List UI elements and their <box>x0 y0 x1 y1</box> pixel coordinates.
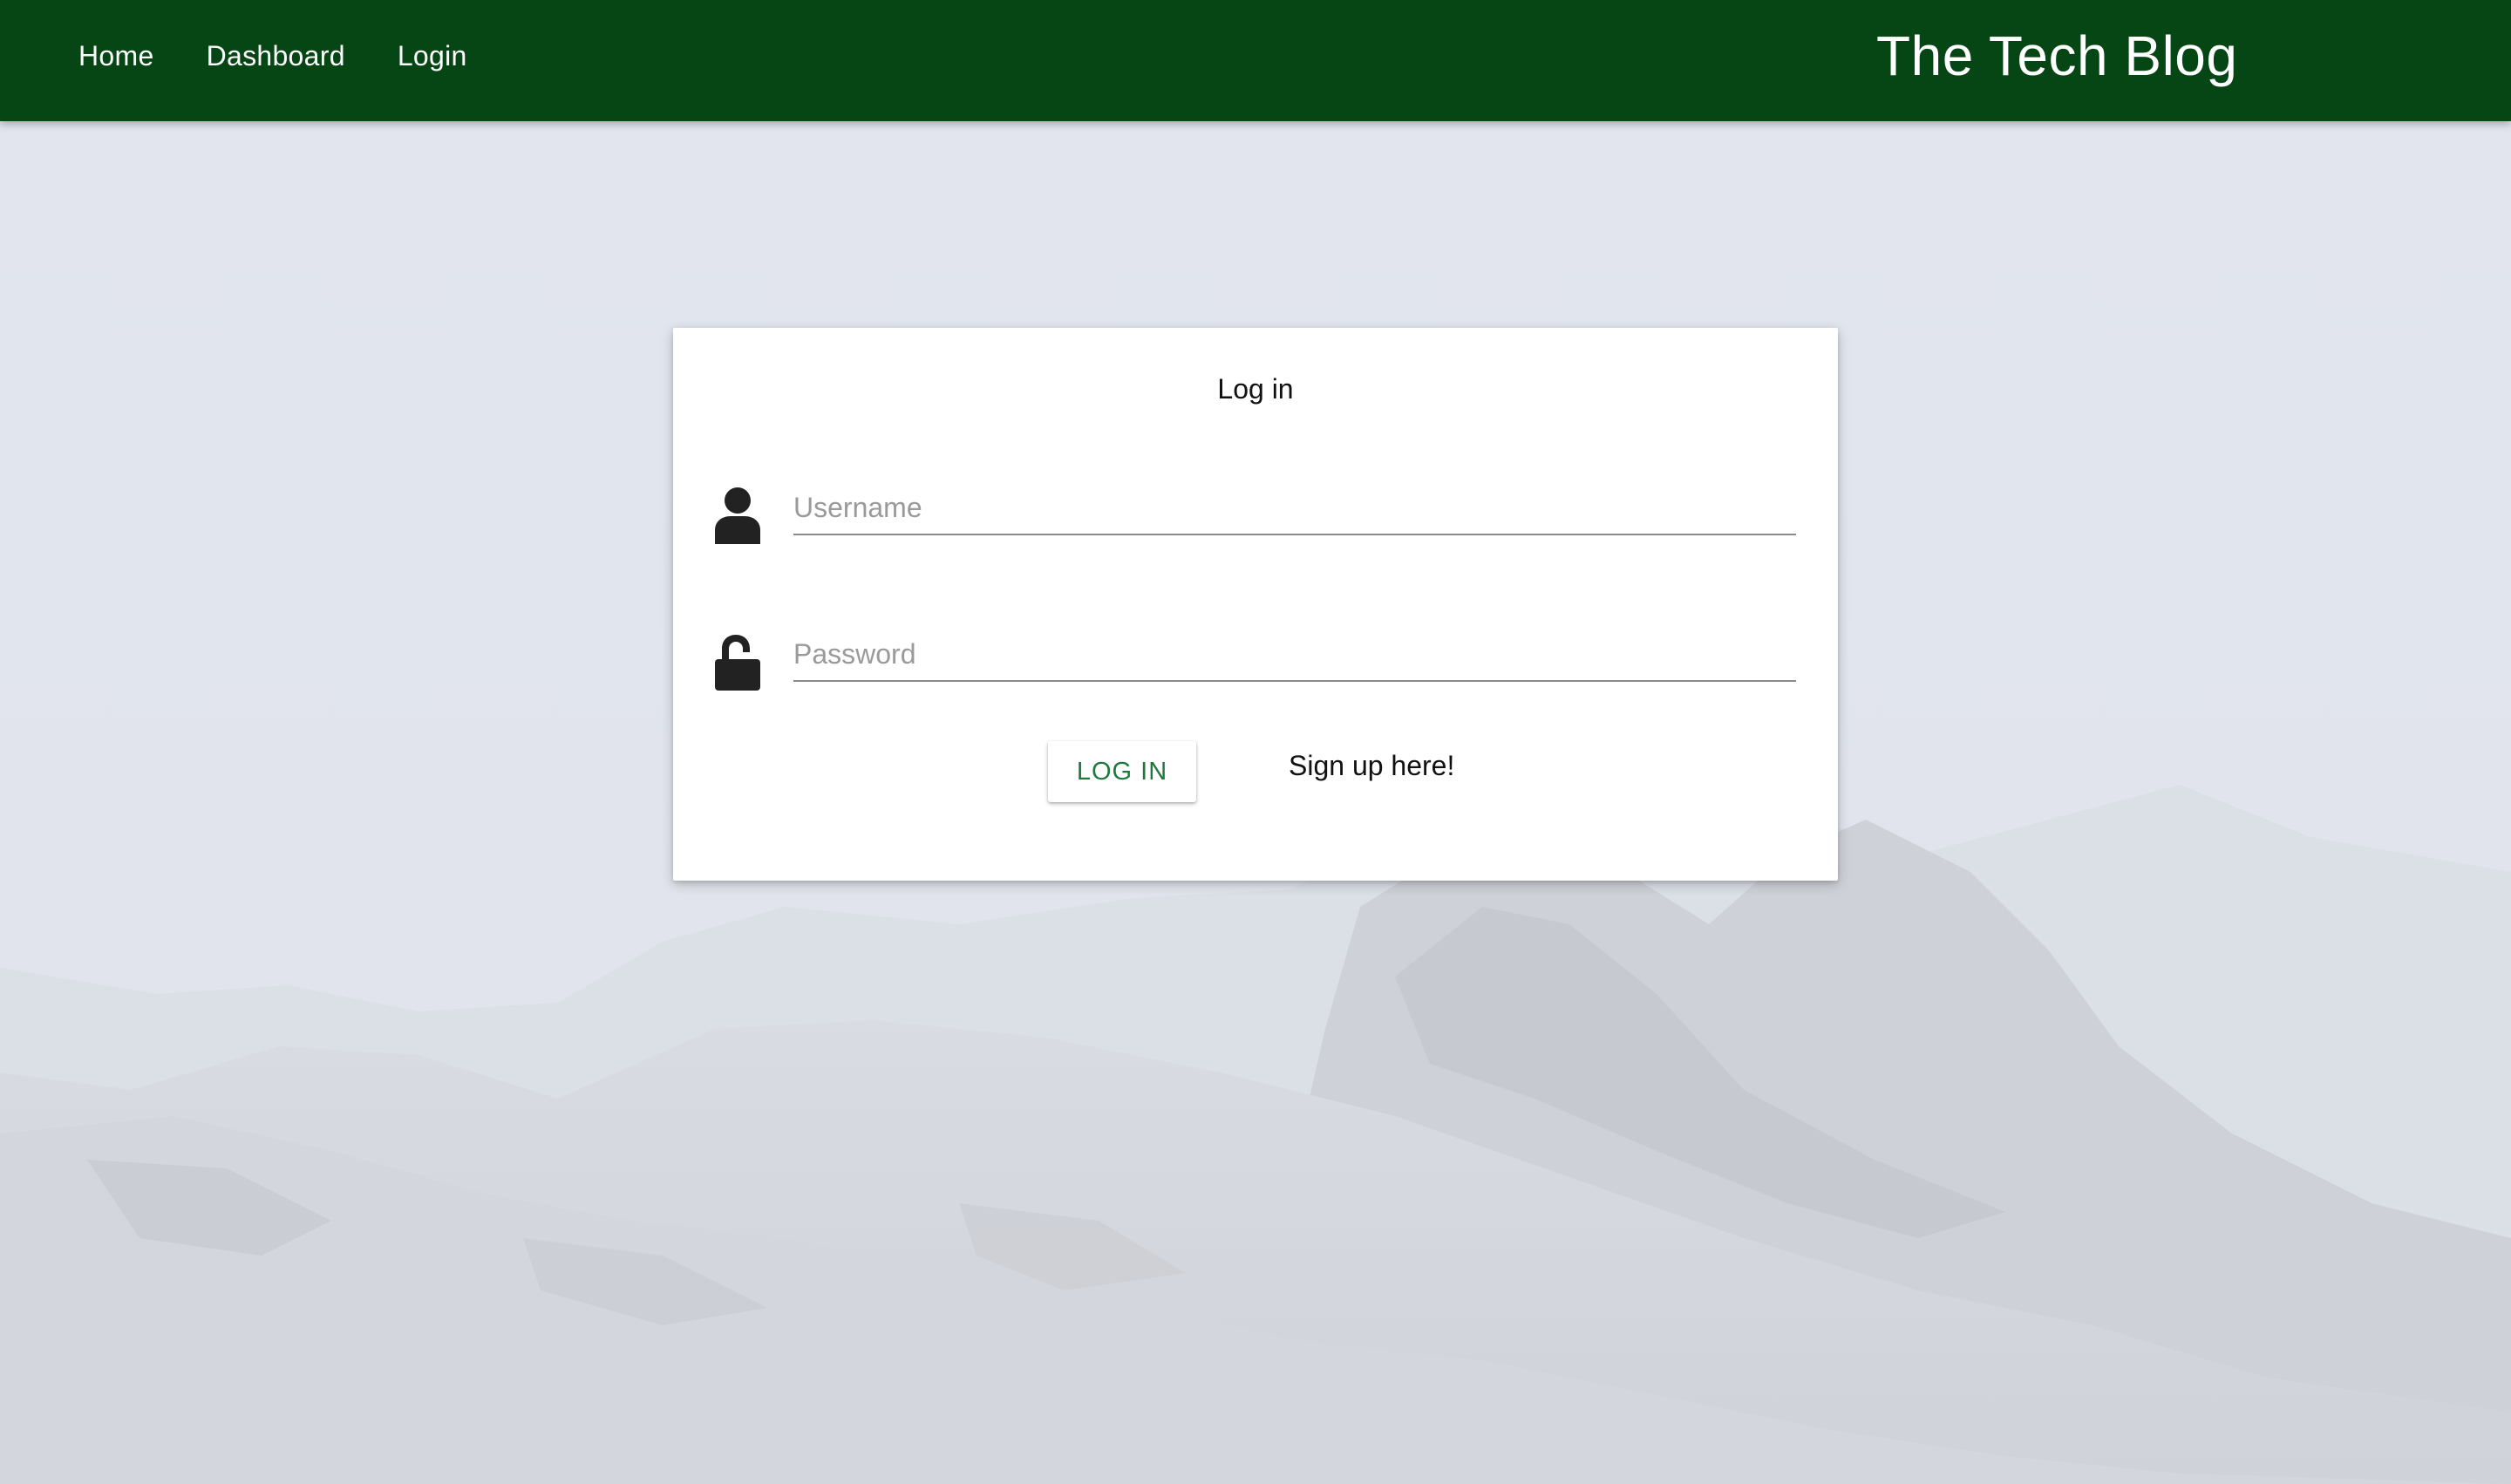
login-card-title: Log in <box>1217 373 1294 405</box>
username-field <box>673 467 1838 563</box>
password-input[interactable] <box>793 628 1796 682</box>
username-input[interactable] <box>793 481 1796 535</box>
top-navbar: Home Dashboard Login The Tech Blog <box>0 0 2511 121</box>
password-field <box>673 614 1838 710</box>
brand-logo[interactable]: The Tech Blog <box>1876 21 2237 91</box>
nav-link-login[interactable]: Login <box>371 40 493 72</box>
nav-link-home[interactable]: Home <box>52 40 180 72</box>
nav-link-dashboard[interactable]: Dashboard <box>180 40 371 72</box>
login-card: Log in LOG IN Sign up here! <box>673 328 1838 881</box>
user-icon <box>715 487 760 544</box>
login-button[interactable]: LOG IN <box>1048 741 1196 802</box>
signup-link[interactable]: Sign up here! <box>1289 750 1454 782</box>
nav-links: Home Dashboard Login <box>52 0 493 112</box>
unlock-icon <box>715 635 760 691</box>
